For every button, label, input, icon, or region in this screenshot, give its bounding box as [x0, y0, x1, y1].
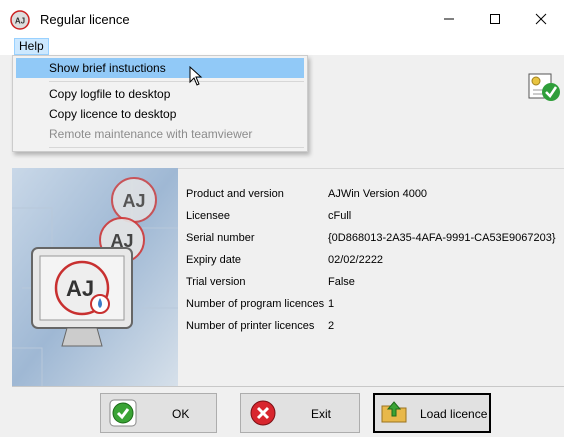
load-licence-label: Load licence	[420, 407, 488, 421]
info-value-licensee: cFull	[328, 210, 352, 222]
mouse-cursor-icon	[189, 66, 203, 86]
ok-label: OK	[172, 407, 190, 421]
info-label-trial: Trial version	[186, 276, 246, 288]
close-circle-icon	[250, 400, 276, 426]
minimize-button[interactable]	[426, 0, 472, 38]
info-label-expiry: Expiry date	[186, 254, 242, 266]
exit-label: Exit	[311, 407, 332, 421]
info-value-trial: False	[328, 276, 355, 288]
load-licence-button[interactable]: Load licence	[373, 393, 491, 433]
menu-help[interactable]: Help	[14, 38, 49, 55]
menu-item-copy-logfile[interactable]: Copy logfile to desktop	[16, 84, 304, 104]
app-icon: AJ	[10, 10, 30, 30]
minimize-icon	[444, 18, 454, 20]
ok-button[interactable]: OK	[100, 393, 217, 433]
folder-upload-icon	[381, 401, 407, 423]
info-value-serial: {0D868013-2A35-4AFA-9991-CA53E9067203}	[328, 232, 556, 244]
svg-text:AJ: AJ	[122, 191, 145, 211]
info-label-program-licences: Number of program licences	[186, 298, 325, 310]
menu-item-copy-licence[interactable]: Copy licence to desktop	[16, 104, 304, 124]
info-value-product: AJWin Version 4000	[328, 188, 428, 200]
maximize-icon	[490, 14, 500, 24]
close-button[interactable]	[518, 0, 564, 38]
title-bar: AJ Regular licence	[0, 0, 564, 38]
info-label-product: Product and version	[186, 188, 284, 200]
maximize-button[interactable]	[472, 0, 518, 38]
menu-separator-bottom	[49, 147, 304, 148]
check-icon	[109, 399, 137, 427]
info-value-program-licences: 1	[328, 298, 335, 310]
svg-text:AJ: AJ	[66, 276, 94, 301]
info-label-printer-licences: Number of printer licences	[186, 320, 315, 332]
svg-text:AJ: AJ	[15, 17, 25, 26]
exit-button[interactable]: Exit	[240, 393, 360, 433]
certificate-check-icon	[528, 73, 560, 101]
menu-item-show-brief-instructions[interactable]: Show brief instuctions	[16, 58, 304, 78]
info-value-printer-licences: 2	[328, 320, 335, 332]
ajwin-logo-artwork: AJ AJ AJ	[12, 168, 178, 386]
window-title: Regular licence	[40, 12, 130, 27]
info-value-expiry: 02/02/2222	[328, 254, 384, 266]
help-dropdown-menu: Show brief instuctions Copy logfile to d…	[12, 55, 308, 152]
menu-bar	[0, 38, 564, 55]
menu-item-remote-maintenance: Remote maintenance with teamviewer	[49, 127, 253, 141]
info-label-serial: Serial number	[186, 232, 255, 244]
info-label-licensee: Licensee	[186, 210, 231, 222]
close-icon	[535, 13, 547, 25]
menu-separator	[49, 81, 304, 82]
